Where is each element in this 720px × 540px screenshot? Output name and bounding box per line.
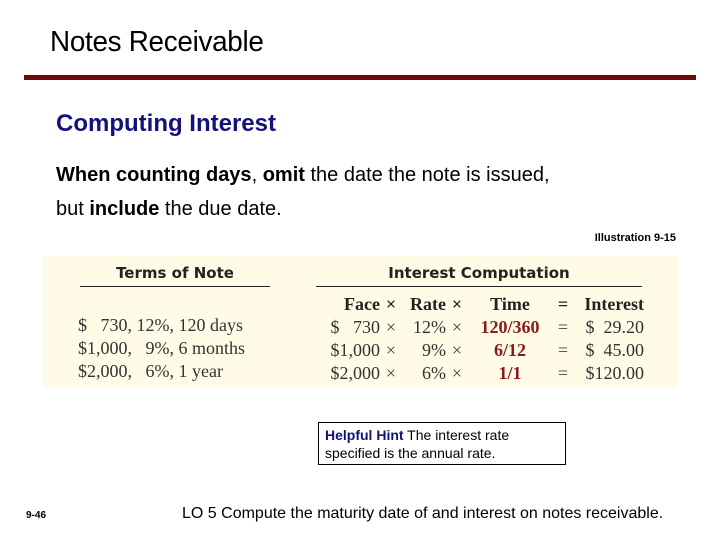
section-heading: Computing Interest	[56, 110, 276, 137]
terms-row: $ 730, 12%, 120 days	[78, 315, 243, 335]
cell-time: 120/360	[480, 317, 540, 337]
table-row: $ 730 × 12% × 120/360 = $ 29.20	[320, 316, 645, 339]
cell-rate: 9%	[422, 340, 446, 360]
helpful-hint-box: Helpful Hint The interest rate specified…	[318, 422, 566, 465]
cell-times: ×	[385, 317, 397, 337]
cell-equals: =	[557, 363, 569, 383]
title-divider	[24, 75, 696, 80]
body-paragraph: When counting days, omit the date the no…	[56, 158, 696, 226]
cell-equals: =	[557, 340, 569, 360]
cell-rate: 12%	[413, 317, 446, 337]
helpful-hint-title: Helpful Hint	[325, 427, 404, 443]
column-times: ×	[451, 294, 463, 314]
cell-times: ×	[451, 340, 463, 360]
table-row: $2,000 × 6% × 1/1 = $120.00	[320, 362, 645, 385]
body-bold-include: include	[89, 198, 160, 220]
learning-objective: LO 5 Compute the maturity date of and in…	[182, 505, 664, 522]
cell-times: ×	[451, 317, 463, 337]
cell-times: ×	[451, 363, 463, 383]
column-time: Time	[490, 294, 530, 314]
body-bold-when-counting: When counting days	[56, 164, 252, 186]
interest-computation-header: Interest Computation	[316, 264, 642, 287]
cell-times: ×	[385, 363, 397, 383]
body-text-date-issued: the date the note is issued,	[304, 164, 550, 186]
table-row: $1,000 × 9% × 6/12 = $ 45.00	[320, 339, 645, 362]
page-number: 9-46	[26, 510, 47, 521]
cell-interest: $120.00	[585, 363, 645, 383]
cell-interest: $ 45.00	[585, 340, 645, 360]
slide-title: Notes Receivable	[50, 26, 264, 58]
column-equals: =	[557, 294, 569, 314]
illustration-label: Illustration 9-15	[594, 232, 676, 244]
interest-computation-table: Face × Rate × Time = Interest $ 730 × 12…	[320, 293, 645, 385]
cell-rate: 6%	[422, 363, 446, 383]
cell-time: 1/1	[498, 363, 522, 383]
cell-face: $2,000	[330, 363, 381, 383]
terms-of-note-header: Terms of Note	[80, 264, 270, 287]
cell-face: $1,000	[330, 340, 381, 360]
terms-row: $1,000, 9%, 6 months	[78, 338, 246, 358]
column-times: ×	[385, 294, 397, 314]
body-text-comma: ,	[251, 164, 263, 186]
terms-row: $2,000, 6%, 1 year	[78, 361, 223, 381]
terms-of-note-list: $ 730, 12%, 120 days $1,000, 9%, 6 month…	[78, 314, 245, 383]
body-text-due-date: the due date.	[159, 198, 282, 220]
body-text-but: but	[56, 198, 90, 220]
column-face: Face	[344, 294, 380, 314]
cell-face: $ 730	[330, 317, 381, 337]
column-interest: Interest	[584, 294, 644, 314]
column-rate: Rate	[410, 294, 446, 314]
cell-equals: =	[557, 317, 569, 337]
cell-interest: $ 29.20	[585, 317, 645, 337]
cell-times: ×	[385, 340, 397, 360]
illustration-panel: Terms of Note $ 730, 12%, 120 days $1,00…	[42, 256, 678, 388]
cell-time: 6/12	[493, 340, 526, 360]
table-header-row: Face × Rate × Time = Interest	[320, 293, 644, 316]
body-bold-omit: omit	[262, 164, 305, 186]
